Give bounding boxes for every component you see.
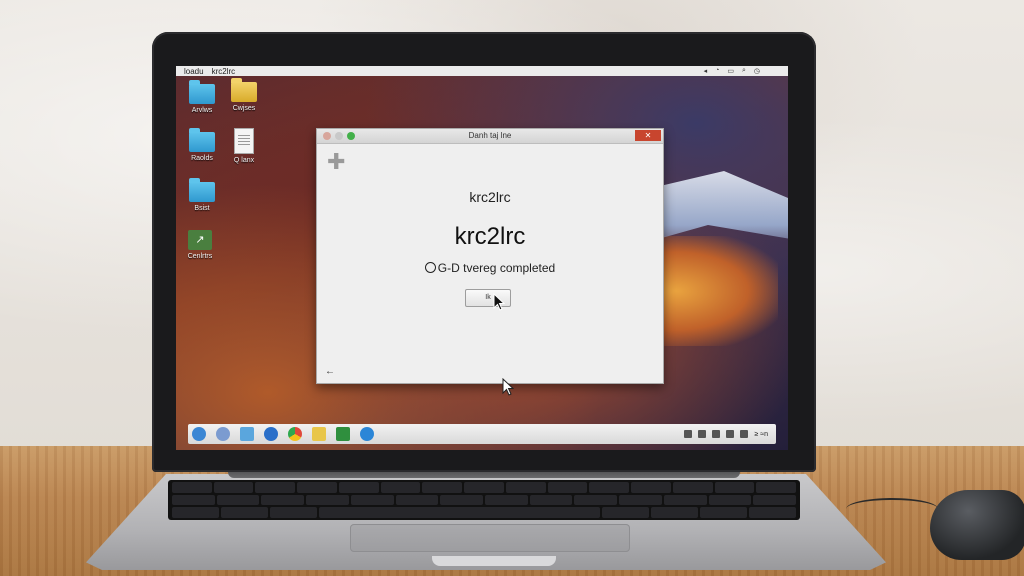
mouse-cable [846,498,938,520]
edge-icon[interactable] [360,427,374,441]
keyboard [168,480,800,520]
menu-bar: loadu krc2lrc ◂ ◔ ▭ ⌕ ◷ [176,66,788,76]
desktop-icon-app[interactable]: ↗ Cenlrtrs [180,230,220,260]
app-icon: ↗ [188,230,212,250]
puzzle-icon: ✚ [327,149,346,174]
completion-dialog: Danh taj lne ✕ ✚ krc2lrc krc2lrc G-D tve… [316,128,664,384]
mouse-pointer-icon [493,293,505,311]
desktop-icon-label: Q lanx [233,157,255,164]
close-button[interactable]: ✕ [635,130,661,141]
start-icon[interactable] [192,427,206,441]
folder-icon [189,128,215,152]
desktop-icon-label: Bsist [194,205,210,212]
status-text: G-D tvereg completed [437,261,556,275]
desktop-icon-label: Cenlrtrs [187,253,213,260]
app-green-icon[interactable] [336,427,350,441]
desktop-icon-folder-3[interactable]: Raolds [182,128,222,162]
search-icon[interactable]: ⌕ [742,67,746,75]
explorer-icon[interactable] [240,427,254,441]
folder-icon[interactable] [312,427,326,441]
tray-volume-icon[interactable] [740,430,749,438]
search-icon[interactable] [216,427,230,441]
dialog-titlebar[interactable]: Danh taj lne ✕ [317,129,663,144]
dialog-status: G-D tvereg completed [317,261,663,275]
menu-app-name[interactable]: loadu [184,67,204,76]
taskbar-clock[interactable]: ≥ ≈n [754,431,768,438]
taskbar: ≥ ≈n [188,424,776,444]
desktop-icon-document[interactable]: Q lanx [224,128,264,164]
tray-app-icon[interactable] [698,430,707,438]
laptop-front-notch [432,556,556,566]
desktop-icon-label: Arvlws [191,107,213,114]
tray-flag-icon[interactable] [712,430,721,438]
computer-mouse [930,490,1024,560]
desktop-icon-folder-2[interactable]: Cwjses [224,78,264,112]
battery-icon[interactable]: ▭ [727,67,734,75]
clock-icon[interactable]: ◷ [754,67,760,75]
screen: loadu krc2lrc ◂ ◔ ▭ ⌕ ◷ Arvlws Cwjses Ra… [176,66,788,450]
chrome-icon[interactable] [288,427,302,441]
folder-icon [231,78,257,102]
browser-ie-icon[interactable] [264,427,278,441]
wifi-icon[interactable]: ◔ [715,67,719,75]
status-icon [424,262,436,273]
folder-icon [189,178,215,202]
document-icon [234,128,254,154]
desktop-icon-label: Raolds [191,155,213,162]
volume-icon[interactable]: ◂ [704,67,708,75]
back-arrow-icon[interactable]: ← [325,366,335,377]
menu-title[interactable]: krc2lrc [212,67,236,76]
dialog-title: krc2lrc [454,223,526,250]
mouse-pointer-icon [502,378,514,396]
desktop-icon-label: Cwjses [232,105,256,112]
trackpad [350,524,630,552]
desktop-icon-folder-4[interactable]: Bsist [182,178,222,212]
tray-network-icon[interactable] [684,430,693,438]
dialog-header: krc2lrc [469,189,511,205]
dialog-window-title: Danh taj lne [468,131,512,140]
folder-icon [189,80,215,104]
desktop-icon-folder-1[interactable]: Arvlws [182,80,222,114]
tray-sync-icon[interactable] [726,430,735,438]
